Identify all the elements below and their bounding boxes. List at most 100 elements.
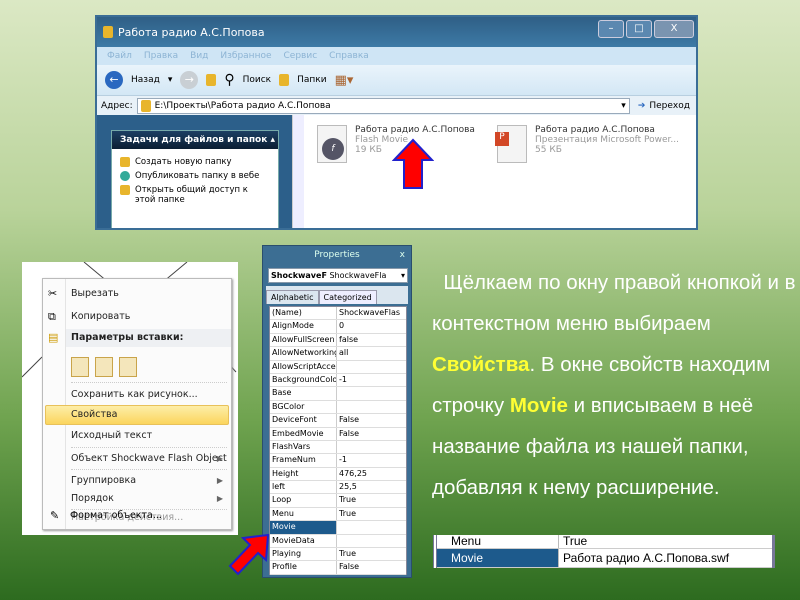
address-input[interactable]: E:\Проекты\Работа радио А.С.Попова ▾ <box>136 97 630 114</box>
folder-icon <box>140 99 151 112</box>
property-value[interactable]: False <box>337 414 406 426</box>
menu-item-order[interactable]: Порядок <box>71 493 114 504</box>
task-new-folder[interactable]: Создать новую папку <box>112 149 278 167</box>
address-label: Адрес: <box>101 100 133 111</box>
property-value[interactable] <box>337 521 406 533</box>
property-value[interactable] <box>337 401 406 413</box>
property-value[interactable]: 0 <box>337 320 406 332</box>
property-value[interactable]: True <box>337 494 406 506</box>
property-row[interactable]: Base <box>270 387 406 401</box>
folder-icon <box>103 26 113 38</box>
property-value[interactable]: false <box>337 334 406 346</box>
window-title: Работа радио А.С.Попова <box>118 25 265 39</box>
format-object-icon: ✎ <box>50 509 60 522</box>
property-row[interactable]: Profile False <box>270 561 406 575</box>
property-row[interactable]: Playing True <box>270 548 406 562</box>
back-arrow-icon[interactable]: ← <box>105 71 123 89</box>
folders-button[interactable]: Папки <box>297 75 326 85</box>
menu-item-properties[interactable]: Свойства <box>71 409 117 420</box>
object-selector[interactable]: ShockwaveF ShockwaveFla ▾ <box>268 268 408 283</box>
minimize-button[interactable]: – <box>598 20 624 38</box>
address-dropdown-icon[interactable]: ▾ <box>621 101 629 111</box>
menu-item-grouping[interactable]: Группировка <box>71 475 136 486</box>
properties-tabs: Alphabetic Categorized <box>266 286 408 304</box>
maximize-button[interactable]: □ <box>626 20 652 38</box>
property-value[interactable]: -1 <box>337 454 406 466</box>
paste-picture-button[interactable] <box>119 357 137 377</box>
property-row[interactable]: EmbedMovie False <box>270 427 406 441</box>
folders-icon[interactable] <box>279 74 290 86</box>
property-value[interactable]: 476,25 <box>337 468 406 480</box>
property-value[interactable]: -1 <box>337 374 406 386</box>
task-share[interactable]: Открыть общий доступ к этой папке <box>112 181 278 205</box>
property-value[interactable]: False <box>337 428 406 440</box>
menu-item-format-object[interactable]: Формат объекта... <box>70 510 162 521</box>
menu-view[interactable]: Вид <box>190 51 208 61</box>
search-icon[interactable]: ⚲ <box>224 72 234 88</box>
property-row[interactable]: left 25,5 <box>270 481 406 495</box>
property-row[interactable]: BackgroundColor -1 <box>270 373 406 388</box>
task-publish[interactable]: Опубликовать папку в вебе <box>112 167 278 181</box>
powerpoint-file-icon: P <box>495 125 527 163</box>
views-icon[interactable]: ▦▾ <box>335 73 354 88</box>
paste-keep-format-button[interactable] <box>71 357 89 377</box>
file-size: 55 КБ <box>535 145 562 155</box>
property-value[interactable] <box>337 535 406 547</box>
movie-value-input[interactable]: Работа радио А.С.Попова.swf <box>559 549 729 567</box>
tab-alphabetic[interactable]: Alphabetic <box>266 290 319 304</box>
go-button[interactable]: Переход <box>649 101 696 111</box>
property-value[interactable]: True <box>337 508 406 520</box>
flash-file-icon: f <box>317 125 347 163</box>
property-row[interactable]: Movie <box>270 521 406 535</box>
tasks-panel: Задачи для файлов и папок ▴ Создать нову… <box>111 130 279 228</box>
property-row[interactable]: AllowScriptAcces <box>270 360 406 374</box>
go-arrow-icon[interactable]: ➔ <box>638 101 646 111</box>
property-value[interactable] <box>337 387 406 399</box>
dropdown-icon[interactable]: ▾ <box>168 75 173 85</box>
property-row[interactable]: AllowNetworking all <box>270 347 406 361</box>
chevron-down-icon: ▾ <box>400 271 405 280</box>
menu-tools[interactable]: Сервис <box>284 51 318 61</box>
property-row[interactable]: AlignMode 0 <box>270 320 406 334</box>
property-row[interactable]: AllowFullScreen false <box>270 333 406 348</box>
menu-favorites[interactable]: Избранное <box>220 51 271 61</box>
property-value[interactable]: 25,5 <box>337 481 406 493</box>
back-button[interactable]: Назад <box>131 75 160 85</box>
menu-file[interactable]: Файл <box>107 51 132 61</box>
forward-arrow-icon[interactable]: → <box>180 71 199 89</box>
menu-edit[interactable]: Правка <box>144 51 178 61</box>
menu-item-copy[interactable]: Копировать <box>71 311 130 322</box>
menu-item-save-as-picture[interactable]: Сохранить как рисунок... <box>71 389 198 400</box>
tab-categorized[interactable]: Categorized <box>318 290 377 304</box>
property-row[interactable]: Loop True <box>270 494 406 508</box>
property-value[interactable]: True <box>337 548 406 560</box>
menu-item-cut[interactable]: Вырезать <box>71 288 119 299</box>
tasks-header[interactable]: Задачи для файлов и папок ▴ <box>112 131 278 149</box>
property-row[interactable]: Menu True <box>270 507 406 522</box>
property-row[interactable]: BGColor <box>270 400 406 415</box>
property-row[interactable]: MovieData <box>270 534 406 549</box>
search-button[interactable]: Поиск <box>243 75 272 85</box>
property-value[interactable] <box>337 441 406 453</box>
property-row[interactable]: FrameNum -1 <box>270 454 406 468</box>
property-name: FrameNum <box>270 454 337 467</box>
property-row[interactable]: DeviceFont False <box>270 414 406 428</box>
up-folder-icon[interactable] <box>206 74 217 86</box>
paste-merge-button[interactable] <box>95 357 113 377</box>
menu-item-source-text[interactable]: Исходный текст <box>71 430 152 441</box>
property-value[interactable]: ShockwaveFlas <box>337 307 406 319</box>
file-item-presentation[interactable]: P Работа радио А.С.Попова Презентация Mic… <box>495 125 679 163</box>
scrollbar[interactable] <box>292 115 304 228</box>
property-row[interactable]: Height 476,25 <box>270 467 406 482</box>
close-button[interactable]: x <box>400 246 405 264</box>
menu-help[interactable]: Справка <box>329 51 369 61</box>
properties-window: Properties x ShockwaveF ShockwaveFla ▾ Alp… <box>262 245 412 578</box>
menu-item-shockwave-object[interactable]: Объект Shockwave Flash Object <box>71 453 227 464</box>
property-row[interactable]: FlashVars <box>270 440 406 455</box>
property-row[interactable]: (Name) ShockwaveFlas <box>270 307 406 321</box>
property-value[interactable] <box>337 361 406 373</box>
property-value[interactable]: False <box>337 561 406 573</box>
property-value[interactable]: all <box>337 347 406 359</box>
close-button[interactable]: X <box>654 20 694 38</box>
task-label: Опубликовать папку в вебе <box>135 171 260 181</box>
